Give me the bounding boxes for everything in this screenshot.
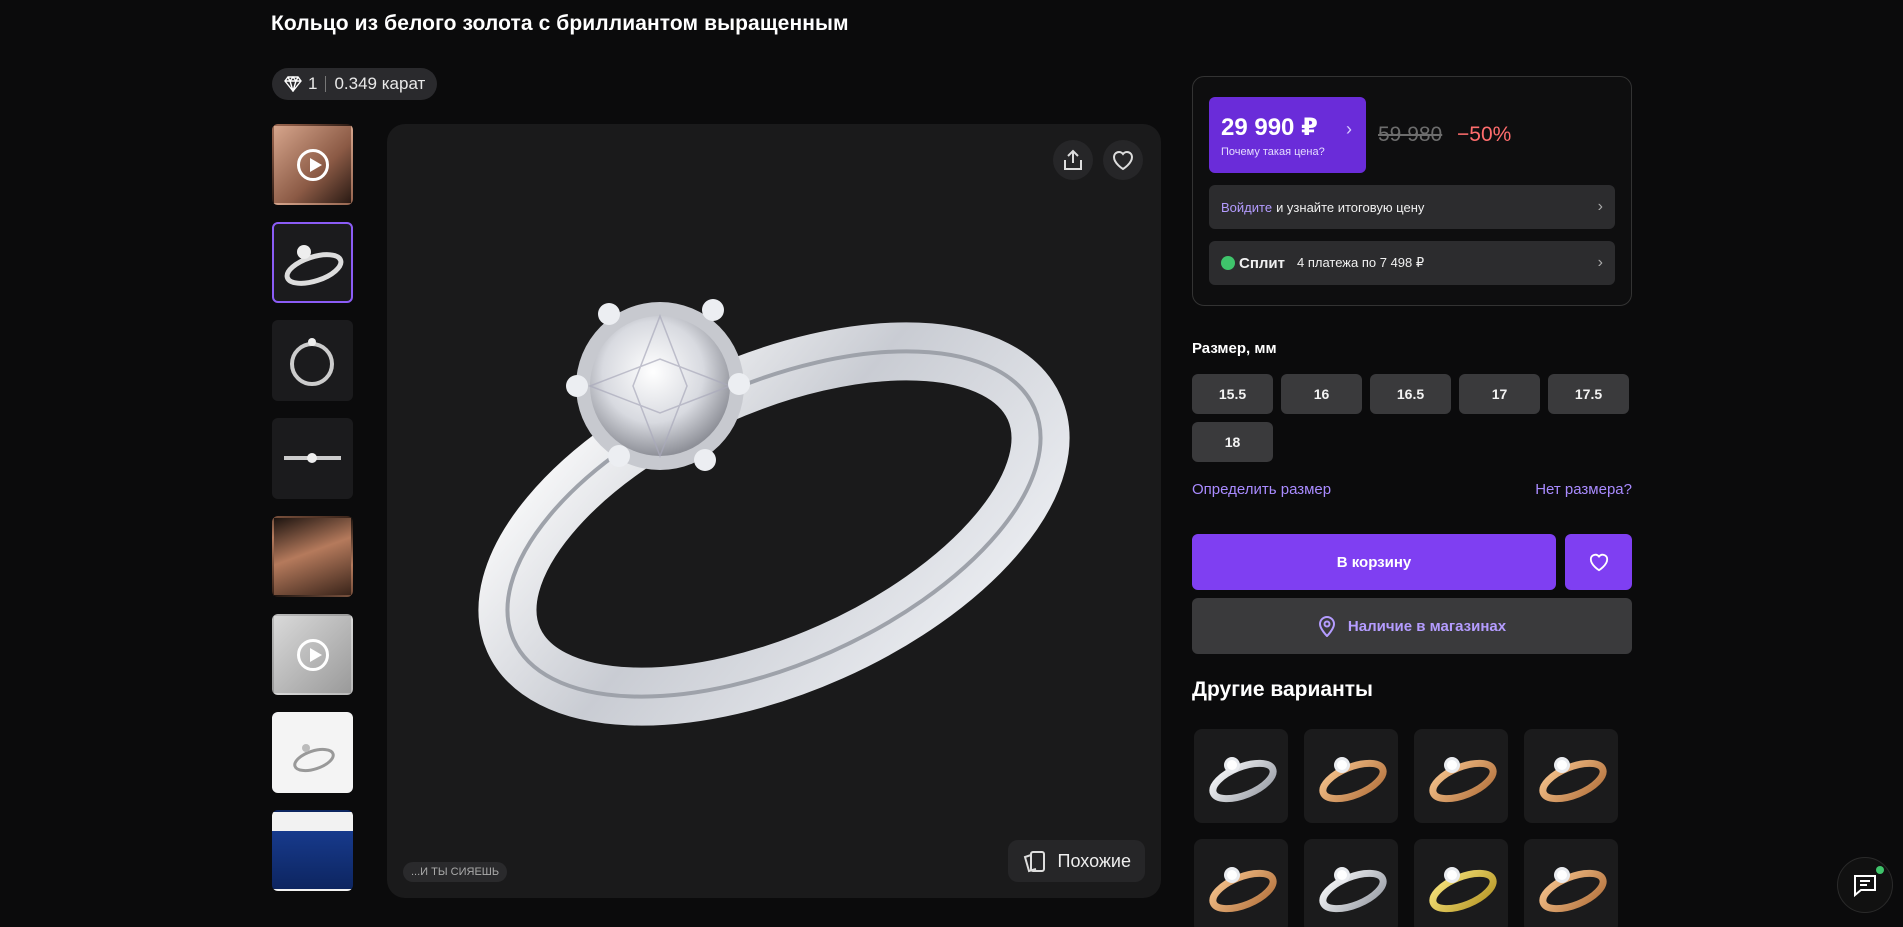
ring-image	[293, 744, 335, 773]
price-card: 29 990 ₽ Почему такая цена? › 59 980 −50…	[1192, 76, 1632, 306]
variant-item[interactable]	[1414, 729, 1508, 823]
chat-button[interactable]	[1837, 857, 1893, 913]
share-button[interactable]	[1053, 140, 1093, 180]
variant-item[interactable]	[1304, 839, 1398, 927]
product-page: Кольцо из белого золота с бриллиантом вы…	[0, 0, 1903, 927]
split-brand: Сплит	[1239, 254, 1285, 272]
price-button[interactable]: 29 990 ₽ Почему такая цена? ›	[1209, 97, 1366, 173]
split-logo: Сплит	[1221, 255, 1285, 272]
play-icon	[296, 148, 329, 181]
current-price: 29 990 ₽	[1221, 114, 1318, 141]
thumbnail-ring-side[interactable]	[272, 222, 353, 303]
cards-icon	[1023, 851, 1045, 873]
favorite-button[interactable]	[1103, 140, 1143, 180]
ring-image	[284, 245, 344, 286]
variant-item[interactable]	[1524, 729, 1618, 823]
determine-size-link[interactable]: Определить размер	[1192, 481, 1331, 498]
divider	[325, 76, 327, 92]
split-text: 4 платежа по 7 498 ₽	[1297, 255, 1425, 270]
login-link[interactable]: Войдите	[1221, 200, 1272, 215]
ring-image	[1209, 867, 1277, 913]
favorite-button-secondary[interactable]	[1565, 534, 1632, 590]
ring-image	[1429, 757, 1497, 803]
variants-title: Другие варианты	[1192, 678, 1373, 701]
main-product-image[interactable]: ...И ТЫ СИЯЕШЬ Похожие	[387, 124, 1161, 898]
variants-grid	[1194, 729, 1634, 927]
size-option[interactable]: 16	[1281, 374, 1362, 414]
ring-image	[1429, 867, 1497, 913]
ring-image	[290, 338, 334, 386]
stores-label: Наличие в магазинах	[1347, 617, 1507, 635]
login-price-row[interactable]: Войдите и узнайте итоговую цену ›	[1209, 185, 1615, 229]
carat-value: 0.349 карат	[334, 74, 426, 93]
variant-item[interactable]	[1194, 729, 1288, 823]
thumbnail-ring-front[interactable]	[272, 320, 353, 401]
thumbnail-care-kit[interactable]	[272, 810, 353, 891]
size-label: Размер, мм	[1192, 340, 1277, 357]
size-option[interactable]: 17.5	[1548, 374, 1629, 414]
chevron-right-icon: ›	[1597, 254, 1603, 271]
size-option[interactable]: 15.5	[1192, 374, 1273, 414]
ring-image	[284, 453, 341, 463]
split-payment-row[interactable]: Сплит 4 платежа по 7 498 ₽ ›	[1209, 241, 1615, 285]
notification-dot	[1876, 866, 1884, 874]
slogan-badge: ...И ТЫ СИЯЕШЬ	[403, 862, 508, 882]
variant-item[interactable]	[1414, 839, 1508, 927]
size-option[interactable]: 16.5	[1370, 374, 1451, 414]
map-pin-icon	[1318, 616, 1335, 637]
thumbnail-ring-top[interactable]	[272, 418, 353, 499]
thumbnail-hand-video[interactable]	[272, 124, 353, 205]
no-size-link[interactable]: Нет размера?	[1535, 481, 1632, 498]
diamond-icon	[284, 76, 302, 92]
share-icon	[1064, 149, 1082, 170]
old-price: 59 980	[1378, 123, 1443, 146]
ring-image	[1319, 867, 1387, 913]
thumbnail-certificate[interactable]	[272, 712, 353, 793]
heart-icon	[1589, 553, 1608, 572]
why-price-label: Почему такая цена?	[1221, 146, 1325, 158]
heart-icon	[1112, 151, 1134, 171]
chevron-right-icon: ›	[1346, 119, 1352, 139]
variant-item[interactable]	[1304, 729, 1398, 823]
ring-image	[1319, 757, 1387, 803]
thumbnail-ring-video[interactable]	[272, 614, 353, 695]
split-icon	[1221, 256, 1235, 270]
similar-button[interactable]: Похожие	[1007, 840, 1145, 882]
size-option[interactable]: 18	[1192, 422, 1273, 462]
login-text: и узнайте итоговую цену	[1276, 199, 1425, 215]
size-options: 15.5 16 16.5 17 17.5 18	[1192, 374, 1636, 462]
size-links: Определить размер Нет размера?	[1192, 481, 1632, 498]
thumbnail-hand-photo[interactable]	[272, 516, 353, 597]
variant-item[interactable]	[1524, 839, 1618, 927]
store-availability-button[interactable]: Наличие в магазинах	[1192, 598, 1632, 654]
size-option[interactable]: 17	[1459, 374, 1540, 414]
ring-image	[478, 299, 1070, 726]
ring-image	[1539, 867, 1607, 913]
add-to-cart-button[interactable]: В корзину	[1192, 534, 1556, 590]
product-title: Кольцо из белого золота с бриллиантом вы…	[271, 12, 849, 35]
ring-image	[1539, 757, 1607, 803]
chat-icon	[1854, 875, 1876, 897]
play-icon	[296, 638, 329, 671]
similar-label: Похожие	[1057, 850, 1131, 871]
variant-item[interactable]	[1194, 839, 1288, 927]
ring-image	[1209, 757, 1277, 803]
thumbnail-list	[272, 124, 355, 908]
carat-badge: 1 0.349 карат	[272, 68, 438, 100]
discount-badge: −50%	[1457, 123, 1512, 146]
stones-count: 1	[308, 74, 318, 93]
chevron-right-icon: ›	[1597, 198, 1603, 215]
